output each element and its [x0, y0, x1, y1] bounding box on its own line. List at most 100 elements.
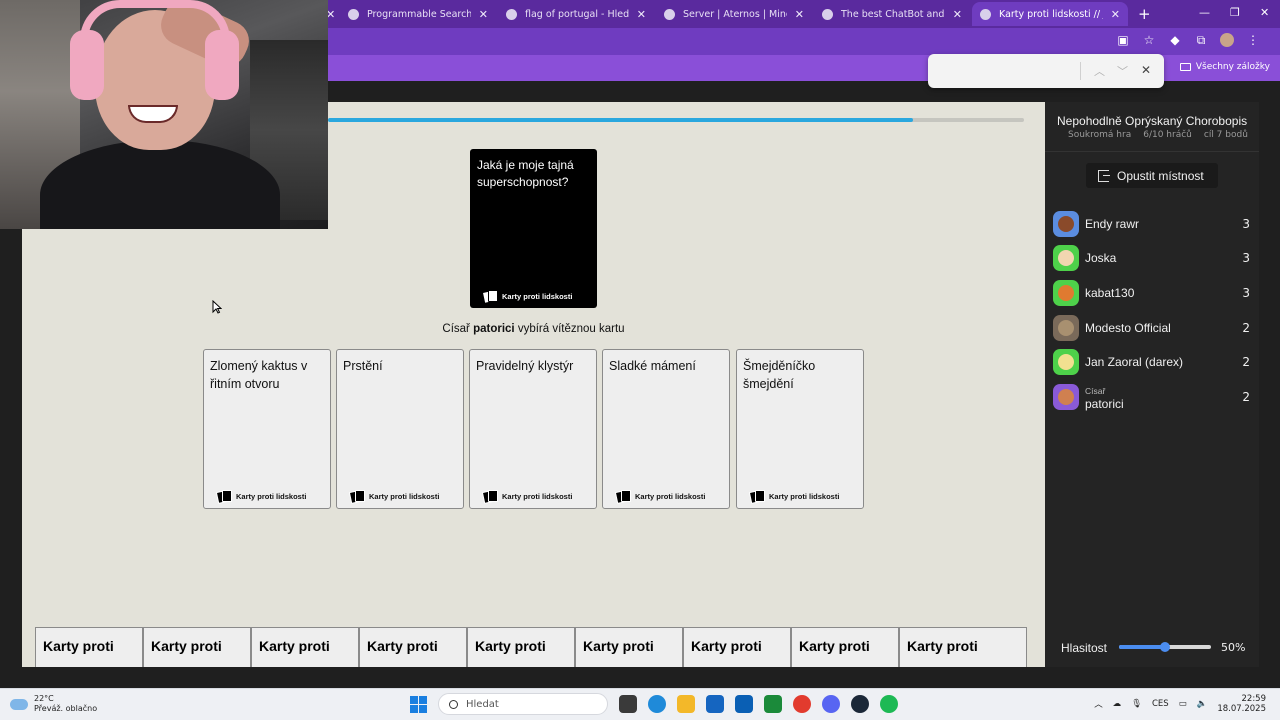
- find-previous-icon[interactable]: ︿: [1094, 63, 1105, 79]
- player-avatar: [1053, 315, 1079, 341]
- tab-close-icon[interactable]: ✕: [479, 8, 488, 21]
- edge-icon[interactable]: [648, 695, 666, 713]
- avatar-face: [1058, 354, 1074, 370]
- cards-logo-icon: [614, 490, 632, 504]
- weather-desc: Převáž. oblačno: [34, 704, 98, 713]
- hand-card[interactable]: Karty proti: [35, 627, 143, 667]
- hand-card[interactable]: Karty proti: [359, 627, 467, 667]
- volume-value: 50%: [1221, 641, 1246, 654]
- app-icon[interactable]: [764, 695, 782, 713]
- cards-logo-icon: [215, 490, 233, 504]
- cards-logo-icon: [348, 490, 366, 504]
- maximize-icon[interactable]: ❐: [1230, 6, 1240, 19]
- hand-card[interactable]: Karty proti: [143, 627, 251, 667]
- cloud-sync-icon[interactable]: ☁: [1113, 699, 1122, 709]
- reading-mode-icon[interactable]: ▣: [1116, 33, 1130, 47]
- minimize-icon[interactable]: —: [1199, 6, 1210, 19]
- tray-chevron-icon[interactable]: ︿: [1094, 698, 1103, 710]
- volume-control: Hlasitost 50%: [1045, 627, 1259, 667]
- find-next-icon[interactable]: ﹀: [1117, 63, 1128, 79]
- player-row: Modesto Official 2: [1053, 314, 1250, 342]
- volume-icon[interactable]: 🔈: [1197, 699, 1208, 709]
- file-explorer-icon[interactable]: [677, 695, 695, 713]
- volume-slider-knob[interactable]: [1160, 642, 1170, 652]
- browser-tab[interactable]: Server | Aternos | Minecraft Ser ✕: [656, 2, 812, 26]
- answer-card[interactable]: Pravidelný klystýr Karty proti lidskosti: [469, 349, 597, 509]
- new-tab-icon[interactable]: +: [1138, 5, 1151, 23]
- player-name-text: Endy rawr: [1085, 217, 1140, 231]
- store-icon[interactable]: [706, 695, 724, 713]
- cards-logo-icon: [481, 290, 499, 304]
- player-name-text: Jan Zaoral (darex): [1085, 355, 1184, 369]
- chrome-icon[interactable]: [793, 695, 811, 713]
- task-view-icon[interactable]: [619, 695, 637, 713]
- hand-card[interactable]: Karty proti: [683, 627, 791, 667]
- leave-room-label: Opustit místnost: [1117, 168, 1204, 183]
- hand-card[interactable]: Karty proti: [251, 627, 359, 667]
- all-bookmarks-button[interactable]: Všechny záložky: [1179, 62, 1270, 72]
- steam-icon[interactable]: [851, 695, 869, 713]
- black-question-card: Jaká je moje tajná superschopnost? Karty…: [470, 149, 597, 308]
- question-text: Jaká je moje tajná superschopnost?: [477, 158, 574, 189]
- czar-status: Císař patorici vybírá vítěznou kartu: [22, 323, 1045, 335]
- tab-favicon-icon: [822, 8, 833, 20]
- extensions-puzzle-icon[interactable]: ⧉: [1194, 33, 1208, 47]
- windows-start-icon[interactable]: [410, 695, 427, 713]
- all-bookmarks-label: Všechny záložky: [1195, 62, 1270, 72]
- answer-card[interactable]: Prstění Karty proti lidskosti: [336, 349, 464, 509]
- tab-close-icon[interactable]: ✕: [1111, 8, 1120, 21]
- tab-close-icon[interactable]: ✕: [953, 8, 962, 21]
- player-hand: Karty proti Karty proti Karty proti Kart…: [35, 627, 1027, 667]
- room-title: Nepohodlně Oprýskaný Chorobopis: [1057, 114, 1248, 128]
- windows-taskbar: 22°C Převáž. oblačno Hledat ︿ ☁ 🎙 CES ▭ …: [0, 688, 1280, 720]
- exit-door-icon: [1098, 169, 1110, 182]
- answer-text: Sladké mámení: [609, 359, 696, 373]
- bookmark-star-icon[interactable]: ☆: [1142, 33, 1156, 47]
- card-brand-label: Karty proti lidskosti: [236, 492, 307, 501]
- hand-card[interactable]: Karty proti: [791, 627, 899, 667]
- weather-widget[interactable]: 22°C Převáž. oblačno: [10, 694, 97, 714]
- close-window-icon[interactable]: ✕: [1260, 6, 1269, 19]
- tab-title: Karty proti lidskosti // Jakub Hy: [999, 8, 1103, 20]
- network-icon[interactable]: ▭: [1179, 699, 1187, 709]
- answer-card[interactable]: Šmejděníčko šmejdění Karty proti lidskos…: [736, 349, 864, 509]
- hand-card[interactable]: Karty proti: [575, 627, 683, 667]
- player-score: 2: [1242, 355, 1250, 369]
- tab-favicon-icon: [664, 8, 675, 20]
- hand-card[interactable]: Karty proti: [467, 627, 575, 667]
- discord-icon[interactable]: [822, 695, 840, 713]
- browser-tab[interactable]: The best ChatBot and Widgets ✕: [814, 2, 970, 26]
- browser-tab[interactable]: flag of portugal - Hledat Goog ✕: [498, 2, 654, 26]
- hand-card[interactable]: Karty proti: [899, 627, 1027, 667]
- avatar-face: [1058, 389, 1074, 405]
- clock[interactable]: 22:59 18.07.2025: [1217, 694, 1266, 714]
- leave-room-button[interactable]: Opustit místnost: [1086, 163, 1218, 188]
- player-score: 3: [1242, 217, 1250, 231]
- answer-card[interactable]: Sladké mámení Karty proti lidskosti: [602, 349, 730, 509]
- player-score: 3: [1242, 286, 1250, 300]
- profile-avatar-icon[interactable]: [1220, 33, 1234, 47]
- extension-icon[interactable]: ◆: [1168, 33, 1182, 47]
- input-language[interactable]: CES: [1152, 699, 1169, 709]
- browser-tab[interactable]: Karty proti lidskosti // Jakub Hy ✕: [972, 2, 1128, 26]
- tab-close-icon[interactable]: ✕: [637, 8, 646, 21]
- card-brand: Karty proti lidskosti: [481, 490, 572, 504]
- card-brand: Karty proti lidskosti: [215, 490, 307, 504]
- folder-icon: [1179, 63, 1191, 71]
- volume-slider[interactable]: [1119, 642, 1211, 652]
- menu-dots-icon[interactable]: ⋮: [1246, 33, 1260, 47]
- answer-card[interactable]: Zlomený kaktus v řitním otvoru Karty pro…: [203, 349, 331, 509]
- find-close-icon[interactable]: ✕: [1141, 63, 1151, 77]
- webcam-overlay: [0, 0, 328, 229]
- browser-tab[interactable]: Programmable Search Engine ✕: [340, 2, 496, 26]
- player-name-text: kabat130: [1085, 286, 1135, 300]
- microphone-icon[interactable]: 🎙: [1131, 699, 1142, 709]
- player-name: Joska: [1085, 252, 1116, 264]
- outlook-icon[interactable]: [735, 695, 753, 713]
- spotify-icon[interactable]: [880, 695, 898, 713]
- card-brand: Karty proti lidskosti: [748, 490, 839, 504]
- cards-logo-icon: [481, 490, 499, 504]
- taskbar-search[interactable]: Hledat: [438, 693, 608, 715]
- search-placeholder: Hledat: [466, 698, 499, 710]
- tab-close-icon[interactable]: ✕: [795, 8, 804, 21]
